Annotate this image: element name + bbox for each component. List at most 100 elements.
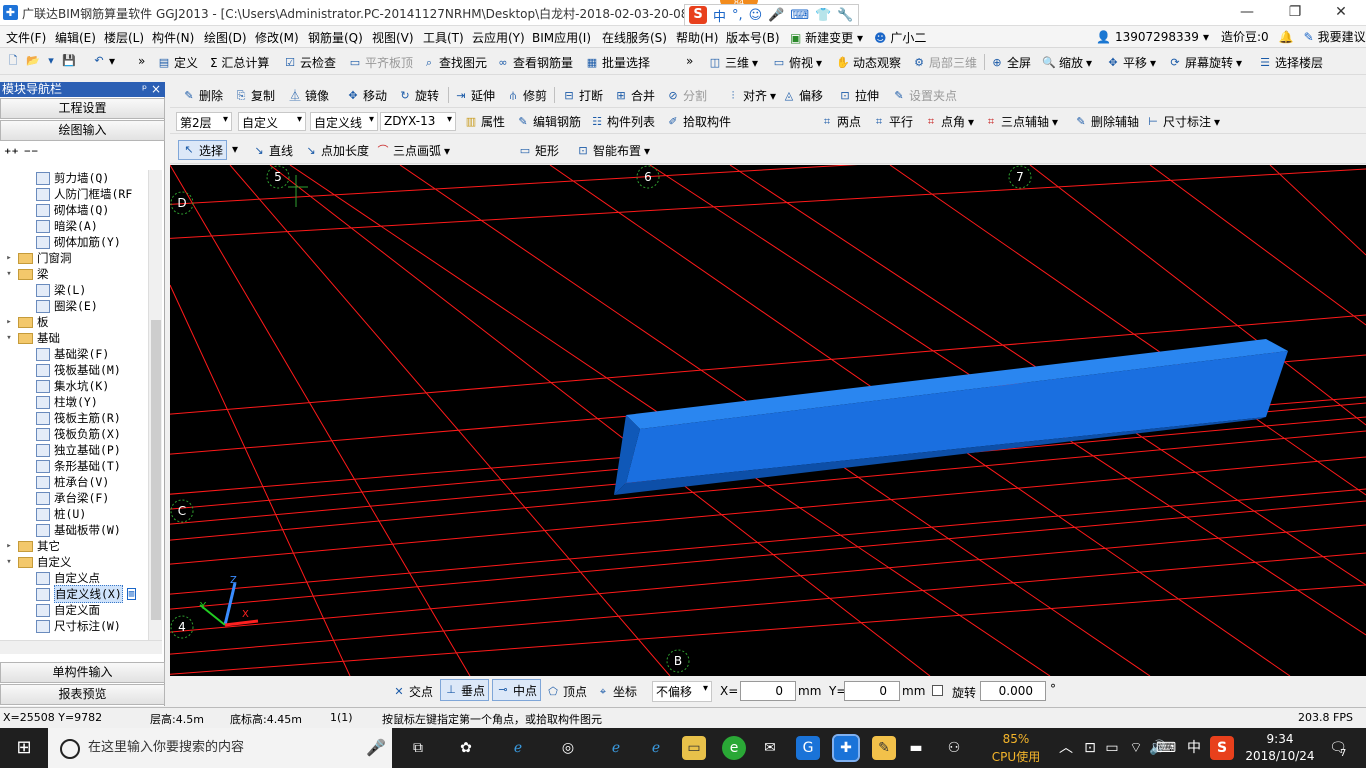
tray-app-icon[interactable]: ⊡ [1078, 736, 1102, 760]
align-button[interactable]: ⫶ 对齐 ▾ [726, 87, 776, 104]
ime-voice-icon[interactable]: 🎤 [768, 8, 784, 23]
nav-pin-close-icon[interactable]: ᵖ × [142, 82, 161, 97]
tree-folder[interactable]: ▾ 基础 [4, 330, 60, 346]
minimize-button[interactable]: — [1224, 2, 1270, 22]
notification-center-icon[interactable]: 🗨 [1326, 736, 1350, 760]
ime-lang[interactable]: 中 [713, 6, 726, 25]
battery-icon[interactable]: ▭ [1100, 736, 1124, 760]
copy-button[interactable]: ⎘ 复制 [234, 87, 275, 104]
tree-item[interactable]: 圈梁(E) [36, 298, 98, 314]
zaojia-dou[interactable]: 造价豆:0 [1221, 28, 1269, 45]
three-point-arc-button[interactable]: ⌒ 三点画弧 ▾ [376, 142, 451, 159]
snap-midpoint-button[interactable]: ⊸ 中点 [492, 679, 542, 701]
tree-scrollbar[interactable] [148, 170, 162, 640]
tree-item[interactable]: 条形基础(T) [36, 458, 121, 474]
bell-icon[interactable]: 🔔 [1279, 30, 1294, 44]
snap-perpendicular-button[interactable]: ⊥ 垂点 [440, 679, 490, 701]
three-point-axis-button[interactable]: ⌗ 三点辅轴 ▾ [984, 113, 1058, 130]
menu-cloud[interactable]: 云应用(Y) [472, 29, 525, 46]
dynamic-orbit-button[interactable]: ✋ 动态观察 [836, 54, 901, 71]
sogou-tray-icon[interactable]: S [1210, 736, 1234, 760]
batch-select-button[interactable]: ▦ 批量选择 [585, 54, 650, 71]
screen-rotate-button[interactable]: ⟳ 屏幕旋转 ▾ [1168, 54, 1242, 71]
drawing-input-button[interactable]: 绘图输入 [0, 120, 165, 141]
fullscreen-button[interactable]: ⊕ 全屏 [990, 54, 1031, 71]
summary-calc-button[interactable]: Σ 汇总计算 [210, 54, 269, 71]
menu-floor[interactable]: 楼层(L) [104, 29, 144, 46]
ime-emoji-icon[interactable]: ☺ [749, 8, 763, 23]
people-icon[interactable]: ⚇ [942, 736, 966, 760]
3d-view-button[interactable]: ◫ 三维 ▾ [708, 54, 758, 71]
smart-layout-button[interactable]: ⊡ 智能布置 ▾ [576, 142, 650, 159]
ime-tools-icon[interactable]: 🔧 [837, 8, 853, 23]
sogou-icon[interactable]: S [689, 6, 707, 24]
tree-expander-icon[interactable]: ▸ [4, 253, 14, 263]
tree-folder[interactable]: ▸ 板 [4, 314, 48, 330]
select-button[interactable]: ↖ 选择 [178, 140, 228, 160]
offset-button[interactable]: ◬ 偏移 [782, 87, 823, 104]
pan-button[interactable]: ✥ 平移 ▾ [1106, 54, 1156, 71]
delete-axis-button[interactable]: ✎ 删除辅轴 [1074, 113, 1139, 130]
tree-item[interactable]: 基础板带(W) [36, 522, 121, 538]
tree-item[interactable]: 承台梁(F) [36, 490, 109, 506]
menu-online[interactable]: 在线服务(S) [602, 29, 667, 46]
tree-expander-icon[interactable]: ▸ [4, 317, 14, 327]
tree-item[interactable]: 自定义面 [36, 602, 100, 618]
tree-item[interactable]: 筏板基础(M) [36, 362, 121, 378]
tree-item[interactable]: 梁(L) [36, 282, 86, 298]
edit-rebar-button[interactable]: ✎ 编辑钢筋 [516, 113, 581, 130]
menu-draw[interactable]: 绘图(D) [204, 29, 247, 46]
expand-collapse-icon[interactable]: ⁺⁺ ⁻⁻ [4, 146, 38, 162]
line-button[interactable]: ↘ 直线 [252, 142, 293, 159]
pick-component-button[interactable]: ✐ 拾取构件 [666, 113, 731, 130]
parallel-button[interactable]: ⌗ 平行 [872, 113, 913, 130]
save-icon[interactable]: 💾 [62, 54, 76, 68]
find-element-button[interactable]: ⌕ 查找图元 [422, 54, 487, 71]
swirl-app-icon[interactable]: ◎ [556, 736, 580, 760]
tree-expander-icon[interactable]: ▾ [4, 333, 14, 343]
menu-rebar[interactable]: 钢筋量(Q) [308, 29, 363, 46]
snap-intersection-button[interactable]: ✕ 交点 [392, 683, 433, 700]
align-slab-top-button[interactable]: ▭ 平齐板顶 [348, 54, 413, 71]
x-input[interactable]: 0 [740, 681, 796, 701]
ie2-icon[interactable]: ℯ [644, 736, 668, 760]
tree-item[interactable]: 自定义线(X) ▥ [36, 585, 137, 603]
component-select[interactable]: ZDYX-13 [380, 112, 456, 131]
rect-button[interactable]: ▭ 矩形 [518, 142, 559, 159]
explorer-icon[interactable]: ▭ [682, 736, 706, 760]
type-select[interactable]: 自定义 [238, 112, 306, 131]
tree-expander-icon[interactable]: ▾ [4, 557, 14, 567]
tree-item[interactable]: 桩承台(V) [36, 474, 109, 490]
merge-button[interactable]: ⊞ 合并 [614, 87, 655, 104]
snap-vertex-button[interactable]: ⬠ 顶点 [546, 683, 587, 700]
tree-item[interactable]: 独立基础(P) [36, 442, 121, 458]
fan-app-icon[interactable]: ✿ [454, 736, 478, 760]
tree-item[interactable]: 尺寸标注(W) [36, 618, 121, 634]
menu-component[interactable]: 构件(N) [152, 29, 194, 46]
properties-button[interactable]: ▥ 属性 [464, 113, 505, 130]
tree-expander-icon[interactable]: ▾ [4, 269, 14, 279]
tree-item[interactable]: 桩(U) [36, 506, 86, 522]
menu-help[interactable]: 帮助(H) [676, 29, 718, 46]
undo-icon[interactable]: ↶ ▾ [92, 54, 115, 68]
view-rebar-button[interactable]: ∞ 查看钢筋量 [496, 54, 573, 71]
viewport-canvas[interactable]: 5 6 7 D C 4 B Z X Y [170, 165, 1366, 676]
tray-up-icon[interactable]: ︿ [1054, 736, 1078, 760]
tree-expander-icon[interactable]: ▸ [4, 541, 14, 551]
open-dropdown-icon[interactable]: ▾ [44, 54, 58, 68]
tree-hscrollbar[interactable] [0, 640, 162, 654]
y-input[interactable]: 0 [844, 681, 900, 701]
glodon-g-icon[interactable]: G [796, 736, 820, 760]
stretch-button[interactable]: ⊡ 拉伸 [838, 87, 879, 104]
tree-folder[interactable]: ▾ 梁 [4, 266, 48, 282]
edge-icon[interactable]: ℯ [604, 736, 628, 760]
tree-folder[interactable]: ▾ 自定义 [4, 554, 71, 570]
menu-edit[interactable]: 编辑(E) [55, 29, 96, 46]
menu-bim[interactable]: BIM应用(I) [532, 29, 591, 46]
tree-item[interactable]: 暗梁(A) [36, 218, 98, 234]
tree-item[interactable]: 剪力墙(Q) [36, 170, 109, 186]
tree-item[interactable]: 人防门框墙(RF [36, 186, 132, 202]
tree-folder[interactable]: ▸ 门窗洞 [4, 250, 71, 266]
more-icon-2[interactable]: » [686, 54, 693, 68]
scrollbar-thumb[interactable] [151, 320, 161, 620]
